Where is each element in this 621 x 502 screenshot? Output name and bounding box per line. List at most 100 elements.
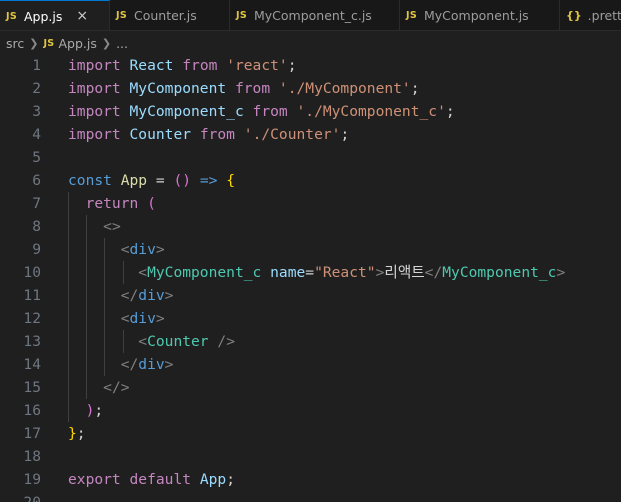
tab-prettierrc[interactable]: {} .prett (560, 0, 621, 30)
code-token: MyComponent_c (129, 103, 244, 120)
code-line[interactable]: 5 (0, 146, 621, 169)
breadcrumb-more[interactable]: ... (116, 36, 128, 51)
code-token: ; (445, 103, 455, 120)
line-number: 12 (23, 310, 41, 327)
code-text: import MyComponent_c from './MyComponent… (68, 100, 455, 123)
line-number: 3 (32, 103, 41, 120)
code-token: MyComponent_c (147, 264, 262, 281)
tab-label: App.js (23, 8, 63, 24)
editor-tab-bar: JS App.js × JS Counter.js JS MyComponent… (0, 0, 621, 31)
code-token: const (68, 172, 112, 189)
code-token: React (129, 57, 174, 74)
code-token: ; (287, 57, 297, 74)
line-number: 5 (32, 149, 41, 166)
code-line[interactable]: 7 return ( (0, 192, 621, 215)
code-line[interactable]: 2 import MyComponent from './MyComponent'… (0, 77, 621, 100)
code-line[interactable]: 3 import MyComponent_c from './MyComponen… (0, 100, 621, 123)
code-token: "React" (314, 264, 376, 281)
code-token: ; (410, 80, 420, 97)
code-line[interactable]: 14 </div> (0, 353, 621, 376)
code-token: </ (424, 264, 443, 281)
code-token: default (129, 471, 192, 488)
close-icon[interactable]: × (76, 8, 88, 24)
javascript-file-icon: JS (43, 38, 55, 49)
line-number: 8 (32, 218, 41, 235)
code-line[interactable]: 8 <> (0, 215, 621, 238)
code-line[interactable]: 20 (0, 491, 621, 502)
code-text: </> (68, 376, 130, 399)
code-line[interactable]: 11 </div> (0, 284, 621, 307)
breadcrumb: src ❯ JS App.js ❯ ... (0, 31, 621, 56)
code-line[interactable]: 13 <Counter /> (0, 330, 621, 353)
chevron-right-icon: ❯ (101, 37, 112, 50)
tab-mycomponent-js[interactable]: JS MyComponent.js (400, 0, 560, 30)
line-number: 7 (32, 195, 41, 212)
code-token: = (305, 264, 315, 281)
code-token: from (199, 126, 235, 143)
code-line[interactable]: 9 <div> (0, 238, 621, 261)
code-token: ; (94, 402, 104, 419)
breadcrumb-folder[interactable]: src (6, 36, 24, 51)
code-token: import (68, 103, 121, 120)
code-line[interactable]: 12 <div> (0, 307, 621, 330)
code-text: const App = () => { (68, 169, 235, 192)
code-line[interactable]: 6 const App = () => { (0, 169, 621, 192)
code-line[interactable]: 19 export default App; (0, 468, 621, 491)
tab-label: MyComponent_c.js (253, 8, 372, 23)
line-number: 9 (32, 241, 41, 258)
code-text: ); (68, 399, 104, 422)
code-token: 'react' (226, 57, 288, 74)
code-token: => (199, 172, 218, 189)
code-line[interactable]: 15 </> (0, 376, 621, 399)
line-number: 16 (23, 402, 41, 419)
line-number: 2 (32, 80, 41, 97)
code-text: </div> (68, 353, 174, 376)
code-text: import React from 'react'; (68, 54, 297, 77)
javascript-file-icon: JS (6, 10, 17, 22)
code-line[interactable]: 16 ); (0, 399, 621, 422)
code-token: </> (103, 379, 130, 396)
tab-label: .prett (587, 8, 621, 23)
code-token: </ (120, 287, 139, 304)
code-text: return ( (68, 192, 156, 215)
code-line[interactable]: 17}; (0, 422, 621, 445)
breadcrumb-file[interactable]: App.js (58, 36, 96, 51)
line-number: 10 (23, 264, 41, 281)
json-file-icon: {} (566, 9, 582, 22)
code-token: ( (147, 195, 156, 212)
code-token: name (270, 264, 306, 281)
tab-counter-js[interactable]: JS Counter.js (110, 0, 230, 30)
code-text: </div> (68, 284, 174, 307)
code-token: } (68, 425, 77, 442)
tab-mycomponent-c-js[interactable]: JS MyComponent_c.js (230, 0, 400, 30)
code-line[interactable]: 4 import Counter from './Counter'; (0, 123, 621, 146)
code-editor[interactable]: 1 import React from 'react'; 2 import MyCom… (0, 54, 621, 502)
code-line[interactable]: 1 import React from 'react'; (0, 54, 621, 77)
code-token: return (85, 195, 139, 212)
code-token: ; (340, 126, 350, 143)
code-line[interactable]: 18 (0, 445, 621, 468)
code-token: import (68, 126, 121, 143)
line-number: 13 (23, 333, 41, 350)
code-line[interactable]: 10 <MyComponent_c name="React">리액트</MyCo… (0, 261, 621, 284)
code-token: './MyComponent' (278, 80, 411, 97)
tab-app-js[interactable]: JS App.js × (0, 0, 110, 30)
code-token: = (155, 172, 165, 189)
line-number: 19 (23, 471, 41, 488)
code-token: MyComponent_c (442, 264, 557, 281)
